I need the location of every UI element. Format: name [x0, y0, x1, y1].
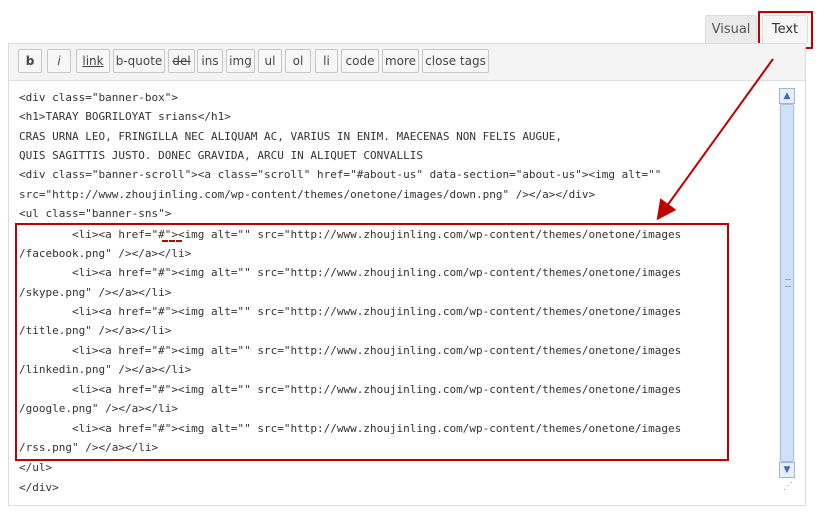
qt-del-button[interactable]: del — [168, 49, 195, 73]
qt-link-button[interactable]: link — [76, 49, 110, 73]
scroll-down-arrow-icon[interactable]: ▼ — [779, 462, 795, 478]
scroll-up-arrow-icon[interactable]: ▲ — [779, 88, 795, 104]
vertical-scrollbar[interactable]: ▲ ▼ — [779, 88, 795, 478]
resize-grip-icon[interactable]: ⋰ — [783, 481, 793, 492]
scrollbar-thumb[interactable] — [780, 104, 794, 462]
qt-ins-button[interactable]: ins — [197, 49, 223, 73]
qt-img-button[interactable]: img — [226, 49, 255, 73]
qt-more-button[interactable]: more — [382, 49, 419, 73]
qt-ul-button[interactable]: ul — [258, 49, 282, 73]
quicktags-toolbar: b i link b-quote del ins img ul ol li co… — [9, 44, 805, 81]
highlighted-code-region — [15, 223, 729, 461]
qt-close-tags-button[interactable]: close tags — [422, 49, 489, 73]
qt-italic-button[interactable]: i — [47, 49, 71, 73]
qt-li-button[interactable]: li — [315, 49, 338, 73]
qt-code-button[interactable]: code — [341, 49, 379, 73]
tab-visual[interactable]: Visual — [705, 15, 757, 43]
qt-bold-button[interactable]: b — [18, 49, 42, 73]
qt-ol-button[interactable]: ol — [285, 49, 311, 73]
grip-icon — [785, 279, 791, 287]
qt-bquote-button[interactable]: b-quote — [113, 49, 165, 73]
spellcheck-squiggle — [162, 240, 182, 242]
